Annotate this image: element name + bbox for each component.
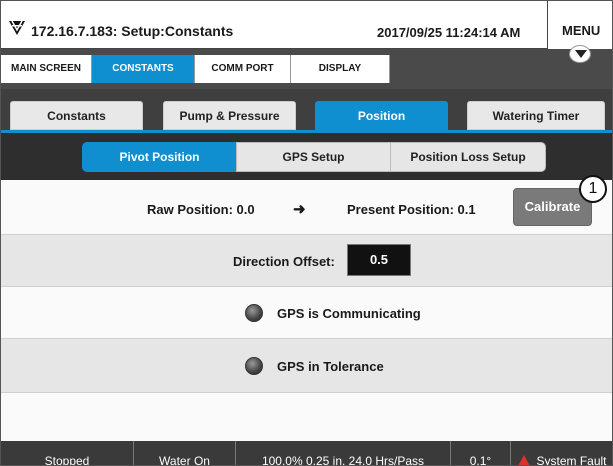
gps-tolerance-label: GPS in Tolerance [277,359,384,374]
sub-tab-bar: Constants Pump & Pressure Position Water… [1,89,612,133]
pivot-state: Stopped [1,441,134,465]
gps-communicating-row: GPS is Communicating [1,287,612,339]
callout-marker: 1 [579,175,607,203]
status-led-icon [245,304,263,322]
window-title: 172.16.7.183: Setup:Constants [31,23,234,39]
direction-offset-row: Direction Offset: 0.5 [1,235,612,287]
status-led-icon [245,357,263,375]
app-window: 172.16.7.183: Setup:Constants 2017/09/25… [0,0,613,466]
nav-tab-comm-port[interactable]: COMM PORT [195,55,291,83]
direction-offset-field[interactable]: 0.5 [347,244,411,276]
position-row: Raw Position: 0.0 ➜ Present Position: 0.… [1,180,612,235]
date-time: 2017/09/25 11:24:14 AM [377,25,521,40]
tab-position[interactable]: Position [315,101,448,130]
segment-gps-setup[interactable]: GPS Setup [236,142,391,172]
menu-label: MENU [562,23,601,38]
gps-communicating-label: GPS is Communicating [277,306,421,321]
menu-chevron-down-icon[interactable] [569,45,591,63]
water-status: Water On [134,441,236,465]
segment-pivot-position[interactable]: Pivot Position [82,142,237,172]
direction-offset-label: Direction Offset: [233,254,335,269]
top-nav: MAIN SCREEN CONSTANTS COMM PORT DISPLAY [1,49,612,89]
nav-tab-constants[interactable]: CONSTANTS [92,55,195,83]
title-bar: 172.16.7.183: Setup:Constants 2017/09/25… [1,1,612,63]
menu-button[interactable]: MENU [547,1,612,63]
nav-tab-display[interactable]: DISPLAY [291,55,390,83]
present-position: Present Position: 0.1 [347,202,476,217]
application-rate: 100.0% 0.25 in. 24.0 Hrs/Pass [236,441,451,465]
raw-position: Raw Position: 0.0 [147,202,255,217]
arrow-right-icon: ➜ [293,201,306,218]
warning-icon [518,455,531,465]
system-fault-label: System Fault [536,454,607,466]
tab-pump-pressure[interactable]: Pump & Pressure [163,101,296,130]
segment-position-loss-setup[interactable]: Position Loss Setup [390,142,546,172]
empty-row [1,393,612,441]
gps-tolerance-row: GPS in Tolerance [1,339,612,393]
segment-bar: Pivot Position GPS Setup Position Loss S… [1,133,612,180]
tab-constants[interactable]: Constants [10,101,143,130]
status-bar: Stopped Water On 100.0% 0.25 in. 24.0 Hr… [1,441,612,466]
system-fault-status[interactable]: System Fault [511,441,612,466]
logo-icon [9,20,25,35]
tab-watering-timer[interactable]: Watering Timer [467,101,605,130]
pivot-angle: 0.1° [451,441,511,465]
nav-tab-main-screen[interactable]: MAIN SCREEN [1,55,92,83]
